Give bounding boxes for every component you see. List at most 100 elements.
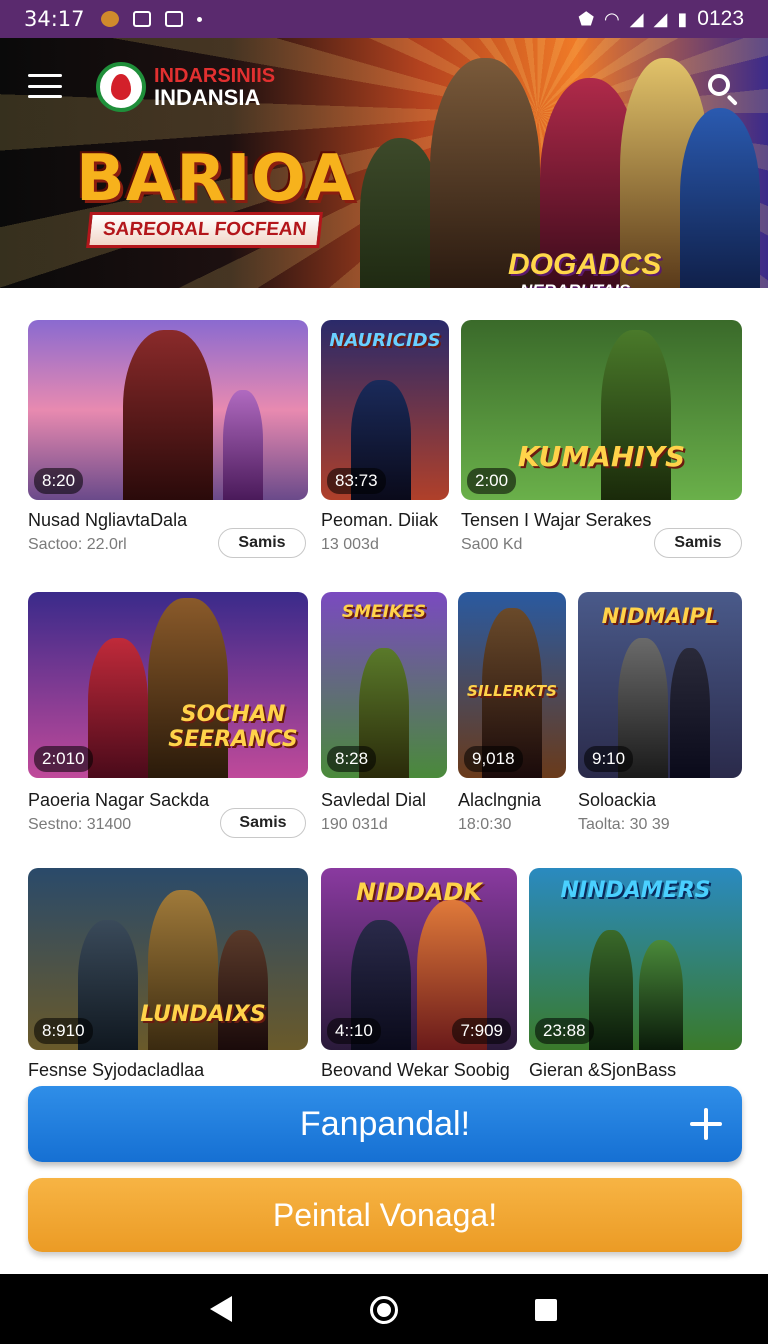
- thumbnail-title: SMEIKES: [341, 602, 427, 622]
- banner-game-title: BARIOA: [76, 142, 356, 216]
- primary-action-label: Fanpandal!: [299, 1104, 471, 1143]
- video-thumbnail[interactable]: NIDDADK 4::10 7:909: [321, 868, 517, 1050]
- system-nav-bar: [0, 1274, 768, 1344]
- video-duration: 83:73: [327, 468, 386, 494]
- video-title[interactable]: Savledal Dial: [321, 790, 426, 811]
- video-title[interactable]: Gieran &SjonBass: [529, 1060, 676, 1081]
- video-title[interactable]: Alaclngnia: [458, 790, 541, 811]
- search-icon: [708, 74, 730, 96]
- logo-text: INDARSINIIS INDANSIA: [154, 65, 275, 109]
- video-thumbnail[interactable]: SILLERKTS 9,018: [458, 592, 566, 778]
- video-title[interactable]: Soloackia: [578, 790, 656, 811]
- dot-icon: [196, 16, 202, 22]
- video-action-button[interactable]: Samis: [654, 528, 742, 558]
- video-title[interactable]: Beovand Wekar Soobig: [321, 1060, 510, 1081]
- video-card[interactable]: SOCHAN SEERANCS 2:010 Paoeria Nagar Sack…: [28, 592, 308, 838]
- video-thumbnail[interactable]: KUMAHIYS 2:00: [461, 320, 742, 500]
- menu-line: [28, 84, 62, 88]
- thumbnail-title: NIDDADK: [356, 878, 482, 906]
- signal-icon: ◢: [629, 8, 644, 29]
- primary-action-button[interactable]: Fanpandal!: [28, 1086, 742, 1162]
- video-thumbnail[interactable]: SOCHAN SEERANCS 2:010: [28, 592, 308, 778]
- logo-line2: INDANSIA: [154, 85, 261, 110]
- home-icon[interactable]: [370, 1296, 398, 1324]
- video-title[interactable]: Nusad NgliavtaDala: [28, 510, 187, 531]
- video-thumbnail[interactable]: 8:20: [28, 320, 308, 500]
- hero-figure: [680, 108, 760, 288]
- video-duration-secondary: 7:909: [452, 1018, 511, 1044]
- video-card[interactable]: NIDDADK 4::10 7:909 Beovand Wekar Soobig: [321, 868, 517, 1084]
- shield-icon: ⬟: [578, 8, 594, 29]
- video-grid: 8:20 Nusad NgliavtaDala Sactoo: 22.0rl S…: [0, 288, 768, 1088]
- video-card[interactable]: NIDMAIPL 9:10 Soloackia Taolta: 30 39: [578, 592, 742, 833]
- video-card[interactable]: LUNDAIXS 8:910 Fesnse Syjodacladlaa: [28, 868, 308, 1084]
- status-right-text: 0123: [697, 7, 744, 30]
- search-icon-handle: [726, 94, 738, 106]
- video-meta: 18:0:30: [458, 816, 512, 833]
- video-action-button[interactable]: Samis: [220, 808, 306, 838]
- logo-drop-icon: [96, 62, 146, 112]
- video-title[interactable]: Paoeria Nagar Sackda: [28, 790, 209, 811]
- video-meta: Sa00 Kd: [461, 536, 523, 553]
- battery-icon: ▮: [677, 8, 688, 29]
- video-duration: 9,018: [464, 746, 523, 772]
- thumbnail-title: SOCHAN SEERANCS: [168, 702, 298, 752]
- video-title[interactable]: Tensen I Wajar Serakes: [461, 510, 651, 531]
- video-thumbnail[interactable]: NAURICIDS 83:73: [321, 320, 449, 500]
- status-left-icons: [100, 11, 202, 27]
- secondary-action-label: Peintal Vonaga!: [272, 1196, 498, 1233]
- video-duration: 9:10: [584, 746, 634, 772]
- back-icon[interactable]: [210, 1296, 232, 1322]
- plus-icon: [690, 1108, 722, 1140]
- video-meta: Taolta: 30 39: [578, 816, 670, 833]
- search-button[interactable]: [706, 72, 740, 106]
- video-meta: Sestno: 31400: [28, 816, 132, 833]
- thumbnail-title: LUNDAIXS: [140, 1002, 266, 1027]
- image-icon: [164, 11, 183, 27]
- video-duration: 8:910: [34, 1018, 93, 1044]
- thumbnail-title: NAURICIDS: [329, 330, 441, 351]
- video-duration: 23:88: [535, 1018, 594, 1044]
- menu-button[interactable]: [28, 74, 62, 98]
- gallery-icon: [132, 11, 151, 27]
- video-meta: Sactoo: 22.0rl: [28, 536, 127, 553]
- video-duration: 2:010: [34, 746, 93, 772]
- status-bar: 34:17 ⬟ ◠ ◢ ◢ ▮ 0123: [0, 0, 768, 38]
- wifi-icon: ◠: [603, 8, 620, 29]
- video-meta: 190 031d: [321, 816, 388, 833]
- menu-line: [28, 95, 62, 98]
- status-right-icons: ⬟ ◠ ◢ ◢ ▮ 0123: [578, 7, 744, 31]
- video-title[interactable]: Fesnse Syjodacladlaa: [28, 1060, 204, 1081]
- signal-icon: ◢: [653, 8, 668, 29]
- video-duration: 8:20: [34, 468, 84, 494]
- hero-figure: [360, 138, 440, 288]
- video-card[interactable]: 8:20 Nusad NgliavtaDala Sactoo: 22.0rl S…: [28, 320, 308, 560]
- thumbnail-title: NINDAMERS: [560, 878, 711, 903]
- thumbnail-title: NIDMAIPL: [601, 604, 719, 628]
- thumbnail-title: SILLERKTS: [467, 682, 557, 700]
- recents-icon[interactable]: [535, 1299, 557, 1321]
- video-card[interactable]: NINDAMERS 23:88 Gieran &SjonBass: [529, 868, 742, 1084]
- video-meta: 13 003d: [321, 536, 379, 553]
- menu-line: [28, 74, 62, 77]
- banner-side-badge: DOGADCS NERARUTAIS: [508, 250, 661, 289]
- status-time: 34:17: [24, 7, 85, 31]
- video-card[interactable]: SMEIKES 8:28 Savledal Dial 190 031d: [321, 592, 447, 833]
- video-card[interactable]: NAURICIDS 83:73 Peoman. Diiak 13 003d: [321, 320, 449, 560]
- video-action-button[interactable]: Samis: [218, 528, 306, 558]
- badge-title: DOGADCS: [508, 248, 662, 281]
- logo-line1: INDARSINIIS: [154, 65, 276, 87]
- video-thumbnail[interactable]: NINDAMERS 23:88: [529, 868, 742, 1050]
- video-duration: 8:28: [327, 746, 377, 772]
- video-thumbnail[interactable]: NIDMAIPL 9:10: [578, 592, 742, 778]
- video-thumbnail[interactable]: LUNDAIXS 8:910: [28, 868, 308, 1050]
- app-logo[interactable]: INDARSINIIS INDANSIA: [96, 62, 275, 112]
- notification-app-icon: [100, 11, 119, 27]
- video-card[interactable]: KUMAHIYS 2:00 Tensen I Wajar Serakes Sa0…: [461, 320, 742, 560]
- video-title[interactable]: Peoman. Diiak: [321, 510, 438, 531]
- video-thumbnail[interactable]: SMEIKES 8:28: [321, 592, 447, 778]
- secondary-action-button[interactable]: Peintal Vonaga!: [28, 1178, 742, 1252]
- banner-game-subtitle: SAREORAL FOCFEAN: [86, 212, 324, 248]
- video-duration: 2:00: [467, 468, 517, 494]
- video-card[interactable]: SILLERKTS 9,018 Alaclngnia 18:0:30: [458, 592, 566, 833]
